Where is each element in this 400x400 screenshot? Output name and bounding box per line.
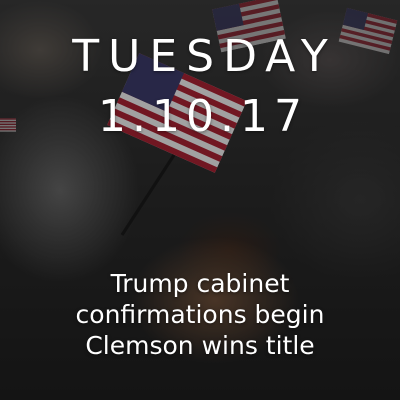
date-header: TUESDAY 1.10.17 (0, 30, 400, 144)
news-card: TUESDAY 1.10.17 Trump cabinet confirmati… (0, 0, 400, 400)
story-list: Trump cabinet confirmations begin Clemso… (0, 268, 400, 361)
day-of-week: TUESDAY (72, 31, 337, 82)
story-line: Trump cabinet (110, 269, 290, 298)
date-label: 1.10.17 (98, 91, 308, 142)
story-line: confirmations begin (75, 300, 325, 329)
story-line: Clemson wins title (85, 331, 315, 360)
